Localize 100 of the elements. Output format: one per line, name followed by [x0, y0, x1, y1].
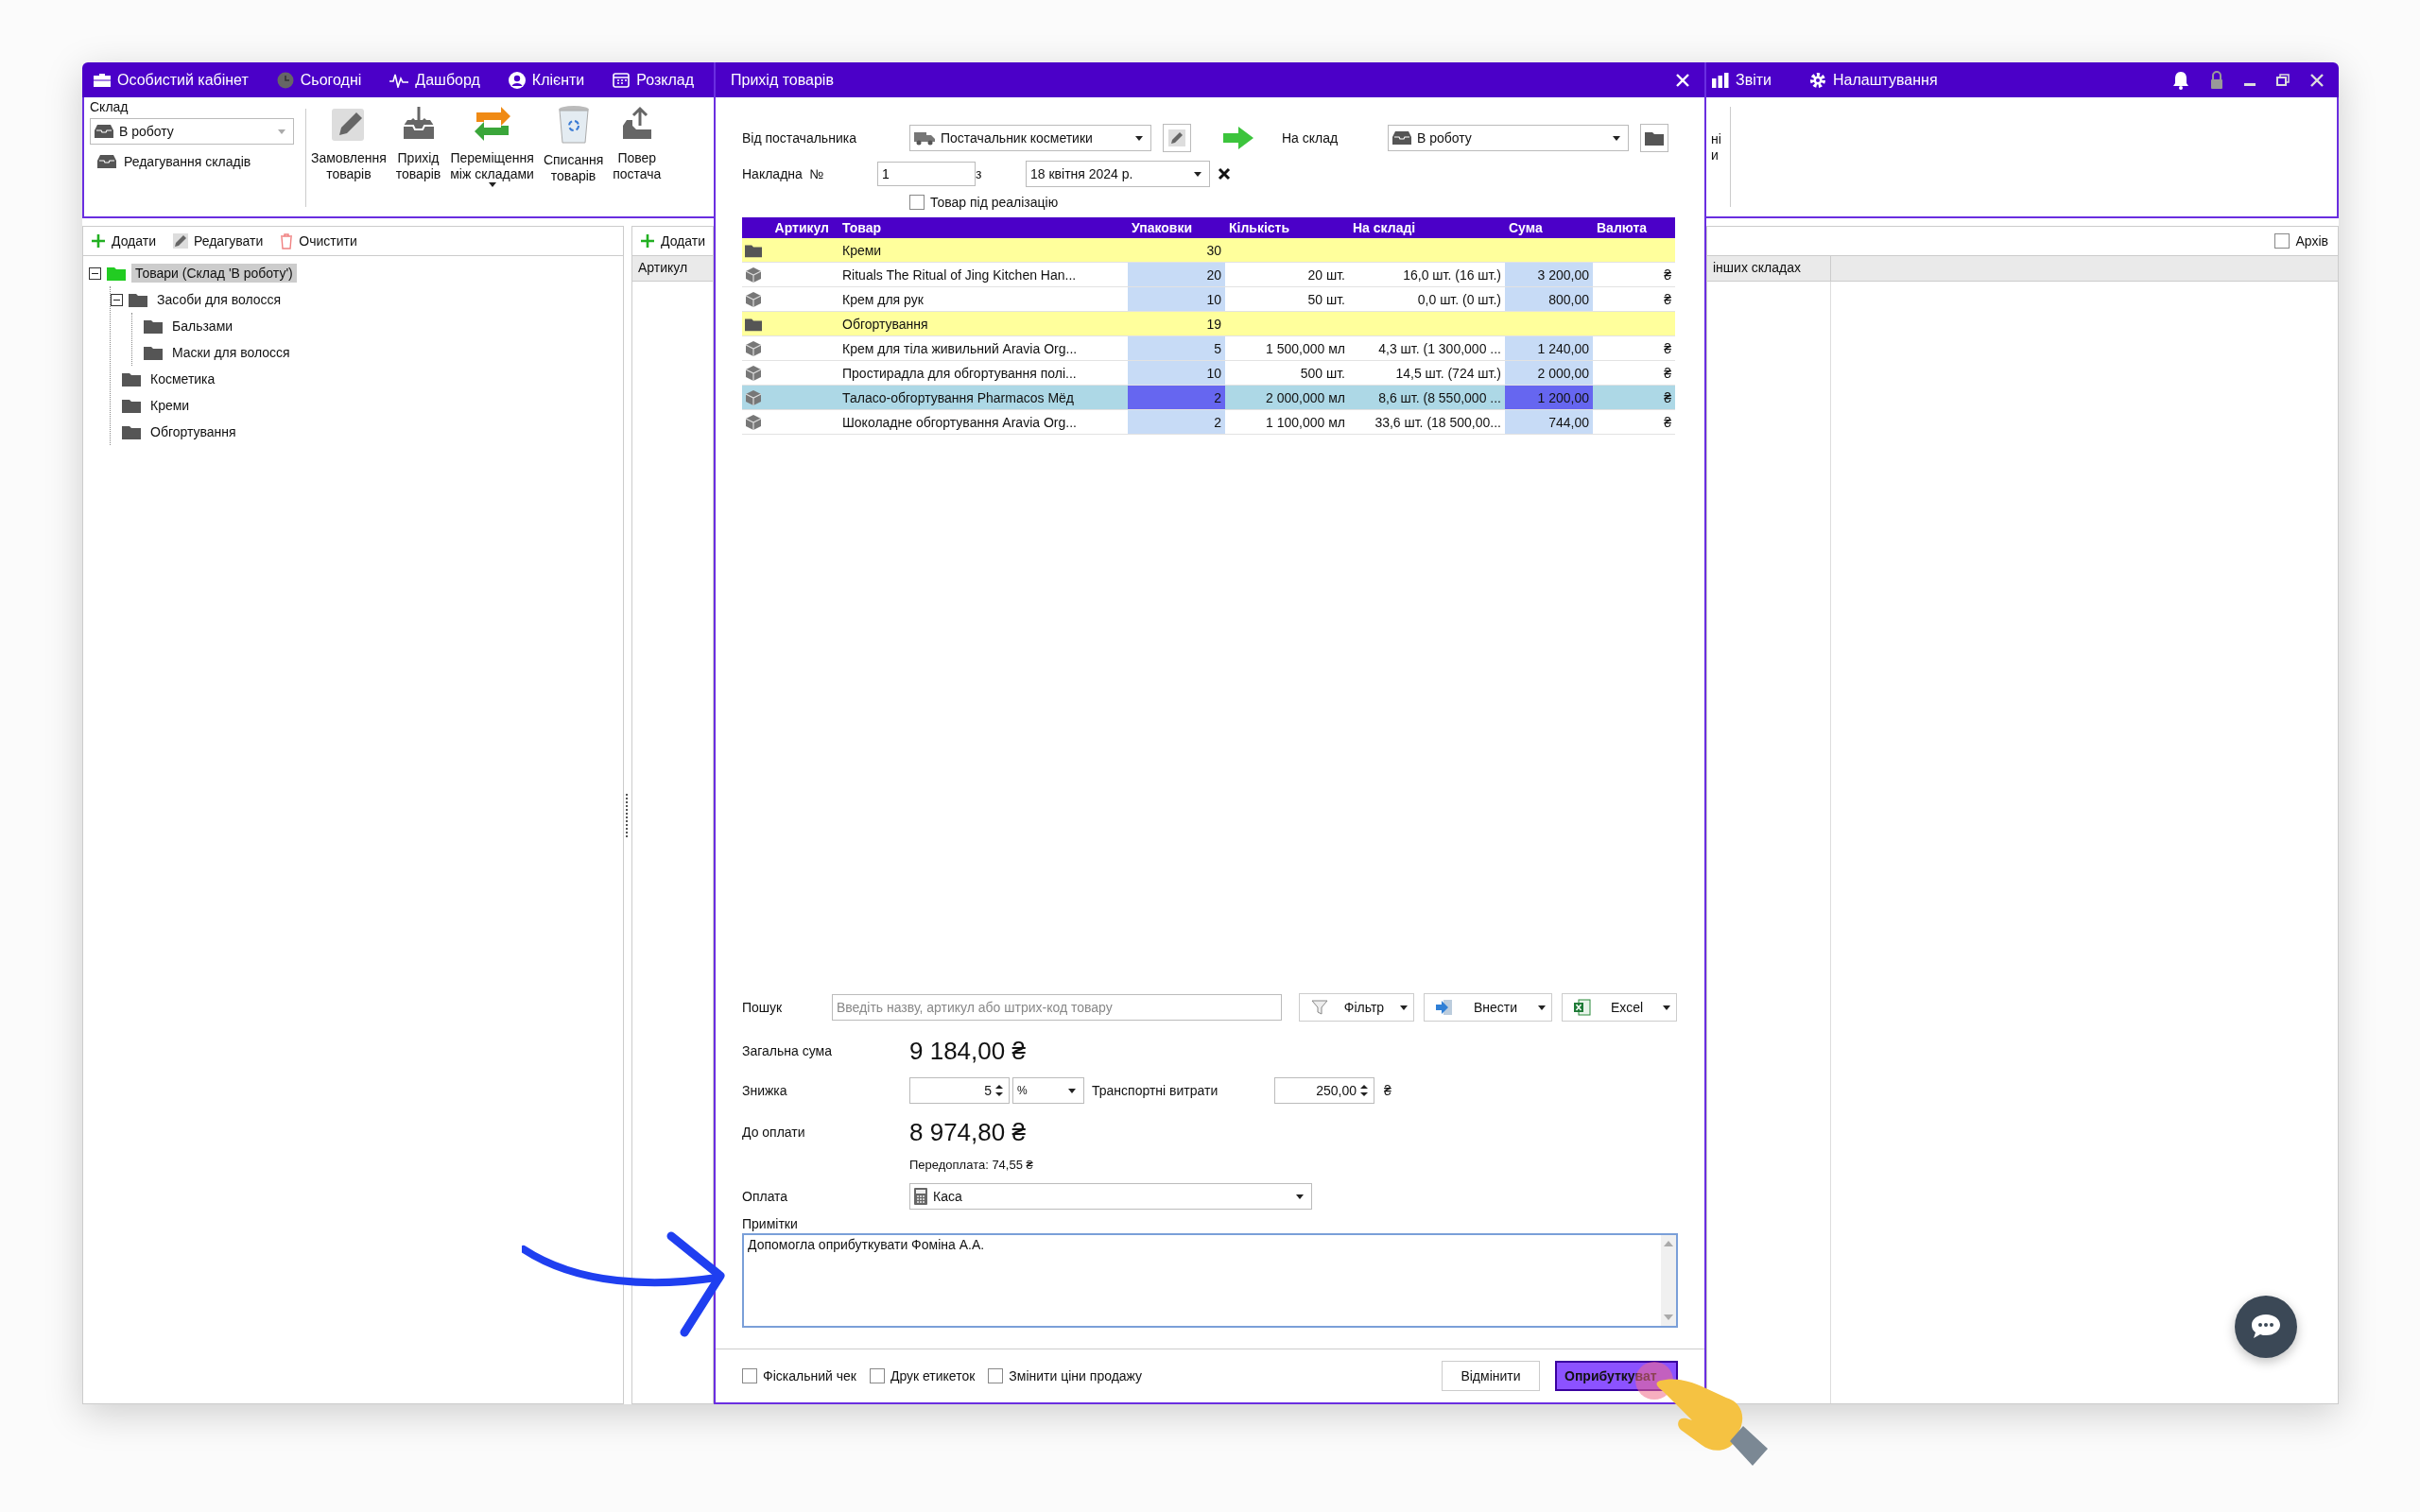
box-icon [745, 413, 762, 431]
nav-tab[interactable]: Дашборд [389, 71, 480, 89]
notes-field[interactable]: Допомогла оприбуткувати Фоміна А.А. [742, 1233, 1678, 1328]
user-icon [508, 71, 526, 89]
table-row[interactable]: Обгортування 19 [742, 312, 1675, 336]
table-row[interactable]: Rituals The Ritual of Jing Kitchen Han... 20 20 шт. 16,0 шт. (16 шт.) 3 200,00 ₴ [742, 263, 1675, 287]
search-field[interactable]: Введіть назву, артикул або штрих-код товару [832, 994, 1282, 1021]
table-row[interactable]: Простирадла для обгортування полі... 10 500 шт. 14,5 шт. (724 шт.) 2 000,00 ₴ [742, 361, 1675, 386]
table-cell: 2 [1128, 386, 1225, 409]
toolbar-button[interactable]: Додати [91, 233, 156, 249]
date-picker[interactable]: 18 квітня 2024 р. [1026, 161, 1210, 187]
folder-icon [144, 318, 163, 334]
table-cell-text: Шоколадне обгортування Aravia Org... [841, 413, 1078, 432]
clear-icon[interactable] [1218, 167, 1231, 180]
tree-item[interactable]: Обгортування [147, 422, 240, 441]
toolbar-button[interactable]: Очистити [280, 232, 357, 249]
settings-icon [1809, 71, 1826, 89]
discount-unit-dropdown[interactable]: % [1012, 1077, 1084, 1104]
nav-tab[interactable]: Звіти [1712, 71, 1772, 89]
tree-item[interactable]: Косметика [147, 369, 219, 388]
nav-tab[interactable]: Налаштування [1809, 71, 1938, 89]
pencil-icon [1168, 129, 1185, 146]
checkbox[interactable] [909, 195, 925, 210]
edit-button[interactable] [1163, 124, 1191, 152]
restore-button[interactable] [2276, 73, 2290, 87]
column-header[interactable]: Артикул [765, 217, 838, 238]
edit-warehouses-link[interactable]: Редагування складів [90, 148, 296, 175]
transport-cost-field[interactable]: 250,00 [1274, 1077, 1374, 1104]
folder-icon [129, 292, 147, 307]
column-header[interactable]: інших складах [1707, 256, 1831, 281]
close-button[interactable] [2310, 73, 2324, 87]
nav-tab[interactable]: Особистий кабінет [94, 71, 249, 89]
notifications-button[interactable] [2172, 70, 2189, 90]
calculator-icon [914, 1188, 927, 1205]
column-header[interactable]: Кількість [1225, 217, 1349, 238]
ribbon-button[interactable]: Прихід товарів [390, 99, 446, 182]
dropdown-button[interactable]: Фільтр [1299, 993, 1414, 1022]
folder-button[interactable] [1640, 124, 1668, 152]
total-label: Загальна сума [742, 1043, 833, 1058]
splitter-grip[interactable] [626, 793, 630, 837]
dropdown-button[interactable]: Excel [1562, 993, 1677, 1022]
column-header[interactable]: Валюта [1593, 217, 1675, 238]
nav-tab[interactable]: Клієнти [508, 71, 585, 89]
table-cell-text: Простирадла для обгортування полі... [841, 364, 1078, 383]
tree-item[interactable]: Товари (Склад 'В роботу') [131, 264, 297, 283]
table-cell-text: 30 [1205, 241, 1222, 260]
nav-tab[interactable]: Розклад [613, 71, 695, 89]
dropdown-button[interactable]: Внести [1424, 993, 1552, 1022]
table-cell-text: Крем для тіла живильний Aravia Org... [841, 339, 1079, 358]
column-header[interactable]: Товар [838, 217, 1128, 238]
checkbox[interactable] [988, 1368, 1004, 1383]
warehouse-dropdown[interactable]: В роботу [90, 118, 294, 145]
table-cell-text: 4,3 шт. (1 300,000 ... [1377, 339, 1502, 358]
tree-item[interactable]: Бальзами [168, 317, 237, 335]
ribbon-button[interactable]: Списання товарів [538, 99, 609, 184]
table-row[interactable]: Крем для рук 10 50 шт. 0,0 шт. (0 шт.) 800,00 ₴ [742, 287, 1675, 312]
tree-item[interactable]: Креми [147, 396, 194, 415]
add-button[interactable]: Додати [640, 233, 705, 249]
lock-button[interactable] [2210, 70, 2223, 90]
table-cell-text: 19 [1205, 315, 1222, 334]
checkbox[interactable] [2274, 233, 2290, 249]
column-header[interactable]: Сума [1505, 217, 1593, 238]
table-row[interactable]: Креми 30 [742, 238, 1675, 263]
close-icon [2310, 73, 2324, 87]
submit-button[interactable]: Оприбуткуват [1555, 1361, 1678, 1391]
table-cell-text: Обгортування [841, 315, 929, 334]
table-cell-text: 14,5 шт. (724 шт.) [1394, 364, 1502, 383]
discount-field[interactable]: 5 [909, 1077, 1010, 1104]
tree-item[interactable]: Засоби для волосся [153, 290, 285, 309]
payment-dropdown[interactable]: Каса [909, 1183, 1312, 1210]
toolbar-button[interactable]: Редагувати [173, 233, 264, 249]
table-cell: 10 [1128, 287, 1225, 311]
box-icon [745, 364, 762, 382]
cancel-button[interactable]: Відмінити [1442, 1361, 1540, 1391]
table-cell-text: 1 100,000 мл [1265, 413, 1346, 432]
collapse-toggle-icon[interactable] [89, 266, 101, 280]
invoice-number-field[interactable]: 1 [877, 162, 976, 186]
supplier-dropdown[interactable]: Постачальник косметики [909, 125, 1151, 151]
trash-bin-icon [556, 105, 591, 145]
checkbox[interactable] [869, 1368, 885, 1383]
table-cell-text: ₴ [1663, 266, 1672, 284]
table-row[interactable]: Таласо-обгортування Pharmacos Мёд 2 2 000,000 мл 8,6 шт. (8 550,000 ... 1 200,00 ₴ [742, 386, 1675, 410]
collapse-toggle-icon[interactable] [111, 293, 123, 306]
ribbon-button[interactable]: Переміщення між складами [445, 99, 539, 187]
nav-tab[interactable]: Сьогодні [276, 71, 362, 89]
ribbon-button[interactable]: ні и [1706, 97, 1726, 216]
checkbox[interactable] [742, 1368, 757, 1383]
table-cell-text: ₴ [1663, 290, 1672, 309]
table-row[interactable]: Шоколадне обгортування Aravia Org... 2 1 100,000 мл 33,6 шт. (18 500,00... 744,00 ₴ [742, 410, 1675, 435]
table-cell-text: 8,6 шт. (8 550,000 ... [1377, 388, 1502, 407]
table-cell-text: Крем для рук [841, 290, 925, 309]
warehouse-dropdown[interactable]: В роботу [1388, 125, 1629, 151]
column-header[interactable]: На складі [1349, 217, 1505, 238]
ribbon-button[interactable]: Замовлення товарів [306, 99, 391, 182]
ribbon-button[interactable]: Повер постача [608, 99, 666, 182]
column-header[interactable]: Упаковки [1128, 217, 1225, 238]
table-row[interactable]: Крем для тіла живильний Aravia Org... 5 1 500,000 мл 4,3 шт. (1 300,000 ... 1 240,00 ₴ [742, 336, 1675, 361]
warehouse-label: На склад [1282, 130, 1340, 146]
caret-icon [1400, 1005, 1408, 1010]
tree-item[interactable]: Маски для волосся [168, 343, 294, 362]
